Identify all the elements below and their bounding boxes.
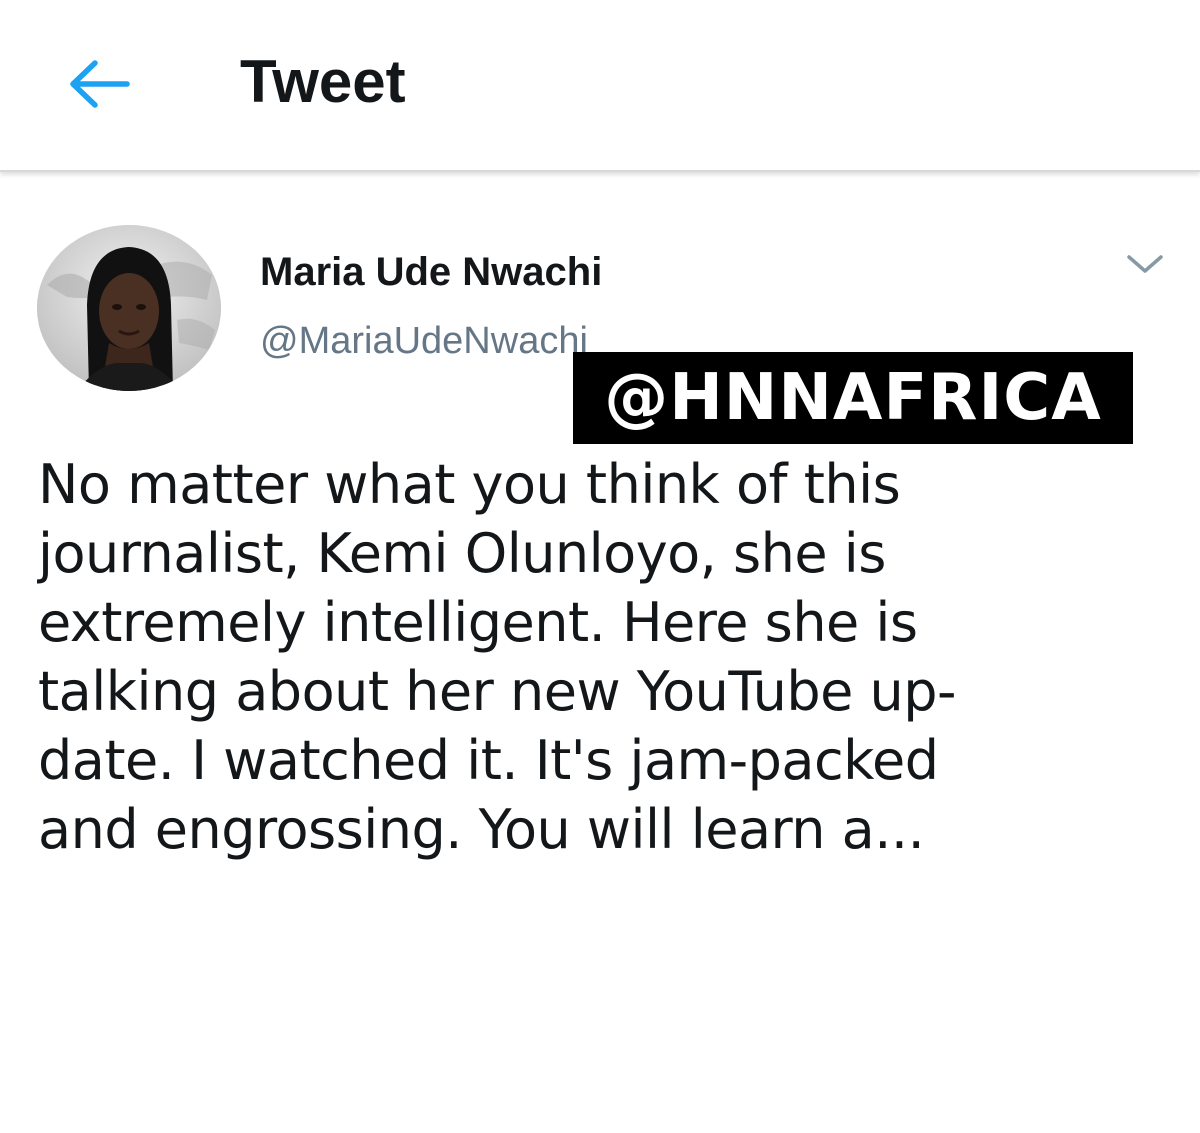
tweet-options-button[interactable]	[1120, 246, 1170, 282]
arrow-left-icon	[70, 60, 130, 108]
author-display-name[interactable]: Maria Ude Nwachi	[260, 248, 602, 296]
avatar[interactable]	[37, 225, 221, 391]
tweet-text-line: and engrossing. You will learn a...	[38, 798, 925, 861]
tweet-text-line: No matter what you think of this	[38, 453, 901, 516]
back-button[interactable]	[58, 48, 138, 120]
profile-photo	[37, 225, 221, 391]
tweet-text-line: journalist, Kemi Olunloyo, she is	[38, 522, 886, 585]
watermark: @HNNAFRICA	[573, 352, 1133, 444]
tweet-text: No matter what you think of this journal…	[38, 450, 1163, 864]
tweet-text-line: talking about her new YouTube up-	[38, 660, 957, 723]
chevron-down-icon	[1127, 255, 1163, 273]
tweet-text-line: extremely intelligent. Here she is	[38, 591, 918, 654]
page-title: Tweet	[240, 48, 406, 115]
app-header: Tweet	[0, 0, 1200, 172]
author-handle[interactable]: @MariaUdeNwachi	[260, 318, 588, 364]
tweet-text-line: date. I watched it. It's jam-packed	[38, 729, 939, 792]
